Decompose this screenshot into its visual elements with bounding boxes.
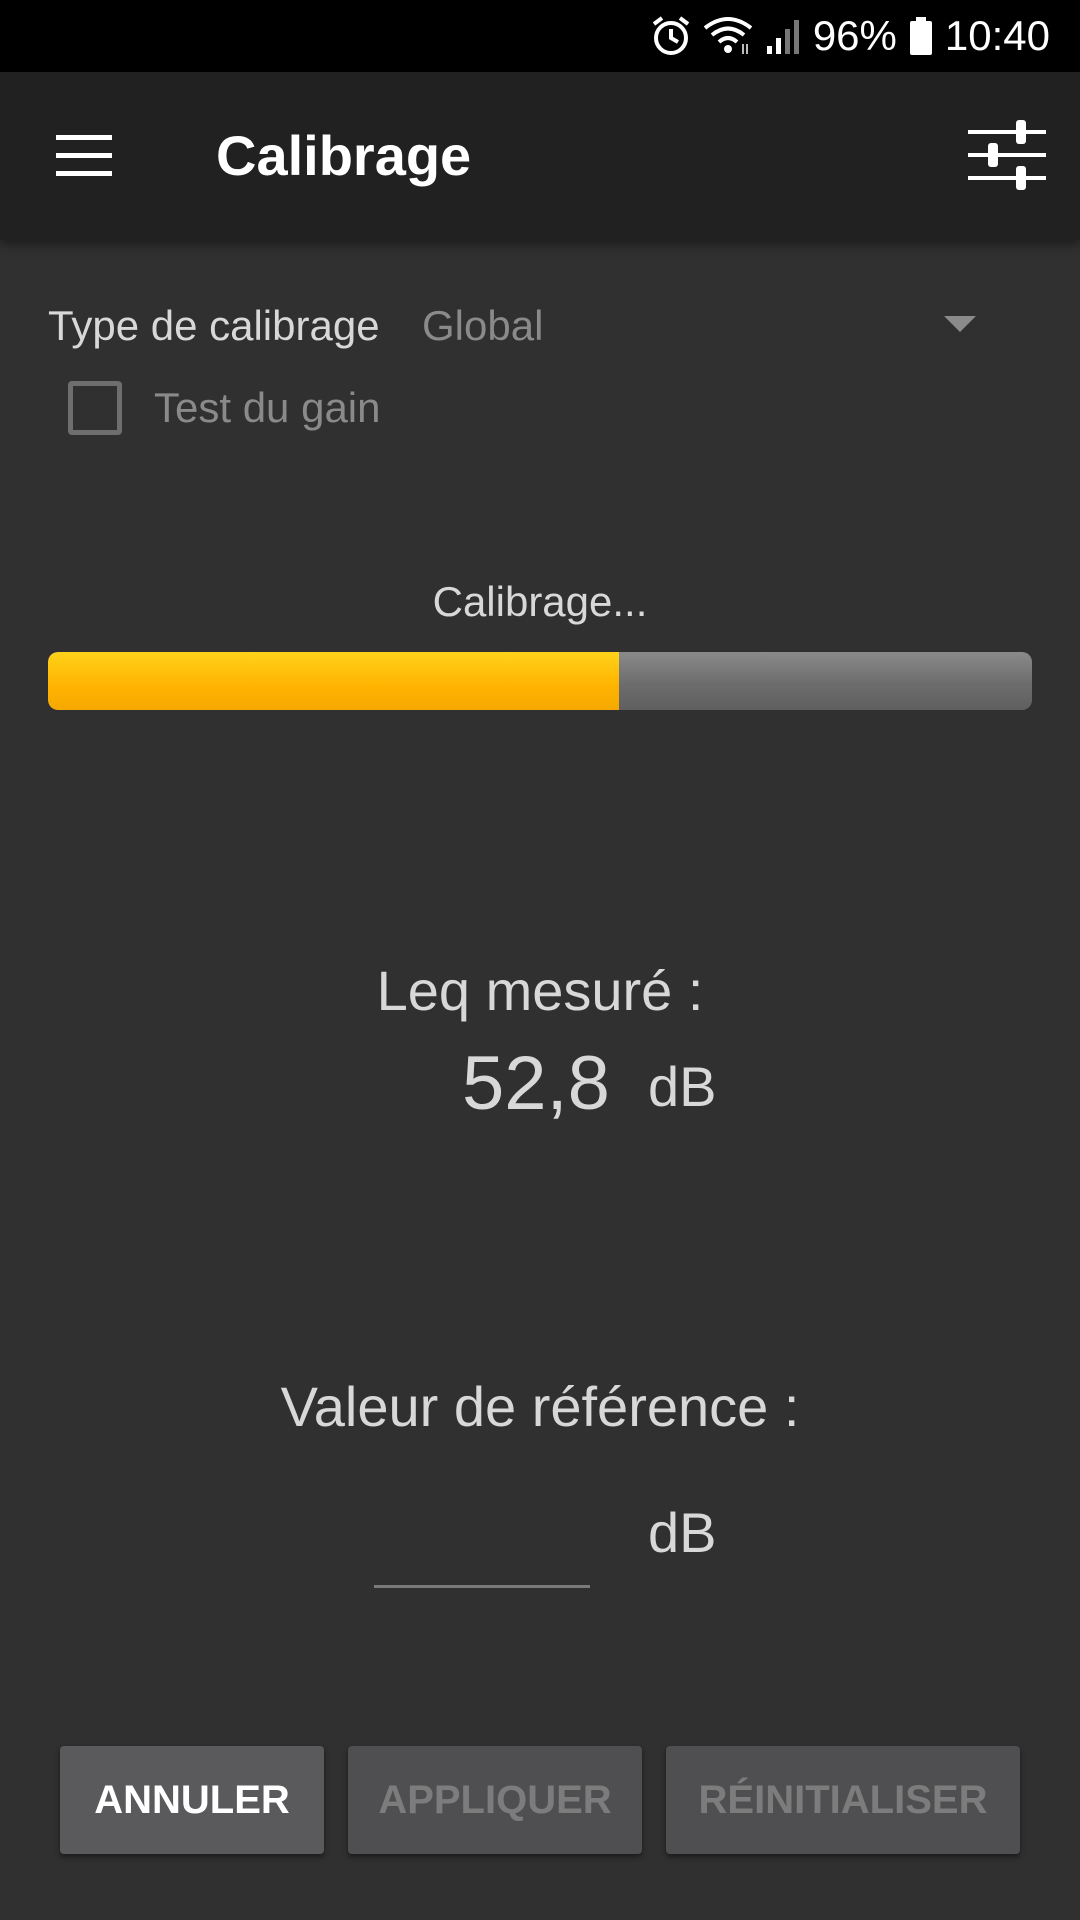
reset-button[interactable]: RÉINITIALISER xyxy=(666,1746,1020,1854)
progress-fill xyxy=(48,652,619,710)
gain-test-label: Test du gain xyxy=(154,384,381,431)
wifi-icon xyxy=(703,17,753,54)
page-title: Calibrage xyxy=(216,124,472,187)
progress-label: Calibrage... xyxy=(432,578,648,625)
status-icons: 96% 10:40 xyxy=(651,0,1050,72)
sliders-icon[interactable] xyxy=(968,116,1046,194)
app-toolbar: Calibrage xyxy=(0,72,1080,240)
progress-bar xyxy=(48,652,1032,710)
calibration-type-row: Type de calibrage Global xyxy=(48,296,1038,356)
battery-icon xyxy=(909,17,932,55)
leq-value: 52,8 xyxy=(462,1041,610,1126)
reference-unit: dB xyxy=(648,1501,717,1564)
apply-button[interactable]: APPLIQUER xyxy=(348,1746,642,1854)
status-time: 10:40 xyxy=(944,12,1050,59)
leq-label: Leq mesuré : xyxy=(376,959,704,1022)
dropdown-arrow-icon[interactable] xyxy=(944,316,976,332)
gain-test-row: Test du gain xyxy=(68,380,381,436)
battery-percent: 96% xyxy=(812,12,897,59)
leq-unit: dB xyxy=(648,1055,717,1118)
alarm-icon xyxy=(652,16,690,55)
status-bar: 96% 10:40 xyxy=(0,0,1080,72)
calibration-type-label: Type de calibrage xyxy=(48,302,380,349)
reference-value-input[interactable] xyxy=(374,1496,590,1588)
calibration-type-select[interactable]: Global xyxy=(422,296,543,356)
cancel-button[interactable]: ANNULER xyxy=(60,1746,324,1854)
gain-test-checkbox[interactable] xyxy=(68,381,122,435)
signal-icon xyxy=(766,20,799,54)
reference-label: Valeur de référence : xyxy=(280,1375,800,1438)
menu-icon[interactable] xyxy=(56,135,112,177)
